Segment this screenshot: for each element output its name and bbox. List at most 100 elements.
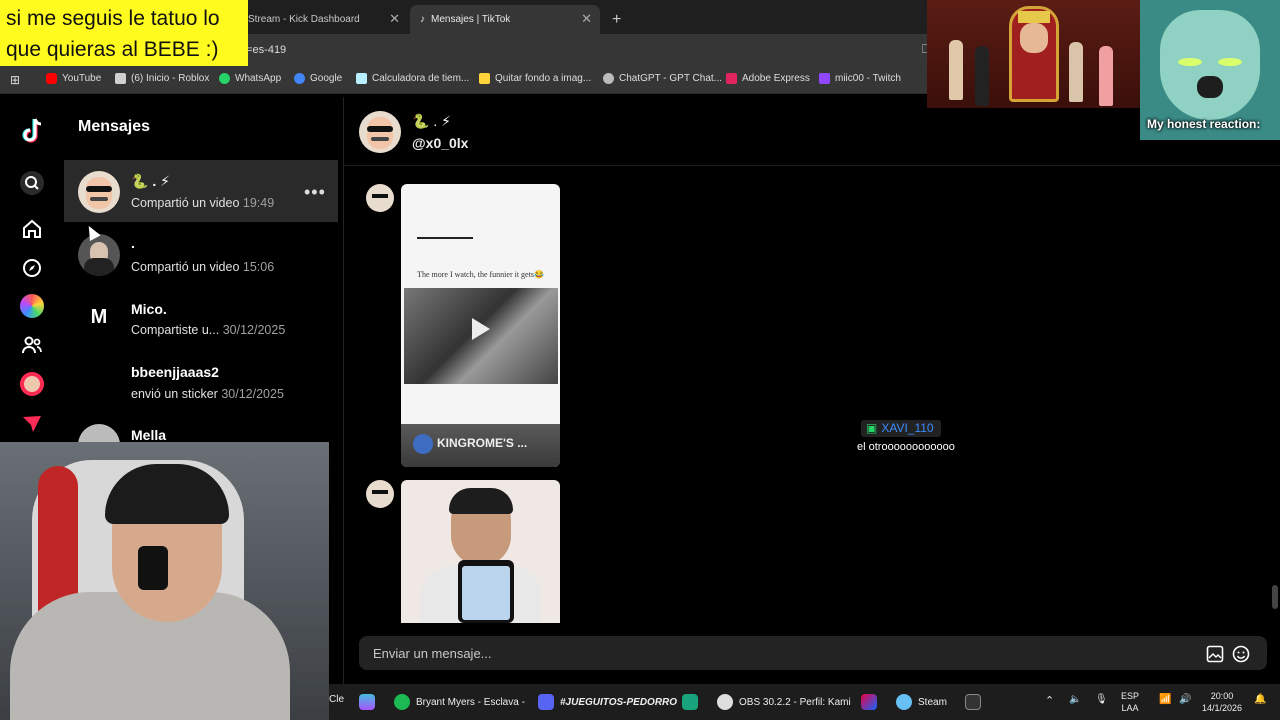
message-composer: [359, 636, 1267, 670]
reaction-caption: My honest reaction:: [1147, 117, 1261, 131]
bookmark-remove-bg[interactable]: Quitar fondo a imag...: [479, 73, 591, 84]
chat-handle[interactable]: @x0_0lx: [412, 135, 468, 151]
sender-avatar: [366, 184, 394, 212]
bookmark-chatgpt[interactable]: ChatGPT - GPT Chat...: [603, 73, 722, 84]
chat-header-divider: [344, 165, 1280, 166]
capcut-icon: [965, 694, 981, 710]
taskbar-app[interactable]: [965, 694, 981, 710]
emoji-icon[interactable]: [1232, 645, 1250, 663]
bookmark-whatsapp[interactable]: WhatsApp: [219, 73, 281, 84]
wifi-icon[interactable]: 📶: [1159, 694, 1171, 705]
obs-icon: [717, 694, 733, 710]
image-icon: [479, 73, 490, 84]
taskbar-item[interactable]: Cle: [329, 694, 344, 705]
conversation-item[interactable]: 🐍 . ⚡ Compartió un video 19:49 •••: [64, 160, 338, 222]
conversation-item[interactable]: . Compartió un video 15:06: [64, 224, 338, 286]
bookmark-adobe-express[interactable]: Adobe Express: [726, 73, 810, 84]
taskbar-discord[interactable]: #JUEGUITOS-PEDORRO: [538, 694, 677, 710]
search-icon: [25, 176, 39, 190]
shared-video-card[interactable]: The more I watch, the funnier it gets😂 K…: [401, 184, 560, 467]
youtube-icon: [46, 73, 57, 84]
conversation-preview: Compartió un video 19:49: [131, 196, 275, 210]
windows-taskbar: Cle Bryant Myers - Esclava - #JUEGUITOS-…: [329, 684, 1280, 720]
taskbar-steam[interactable]: Steam: [896, 694, 947, 710]
avatar: M: [78, 296, 120, 338]
tray-chevron-icon[interactable]: ⌃: [1045, 694, 1054, 707]
channel-avatar-icon: [413, 434, 433, 454]
stream-scene-overlay: [927, 0, 1140, 108]
friends-icon[interactable]: [20, 333, 44, 357]
roblox-icon: [115, 73, 126, 84]
conversation-name: Mico.: [131, 301, 167, 317]
chat-display-name: 🐍 . ⚡: [412, 113, 451, 129]
app-icon: [359, 694, 375, 710]
volume-icon[interactable]: 🔈: [1069, 694, 1081, 705]
message-input[interactable]: [373, 636, 1193, 670]
conversation-item[interactable]: M Mico. Compartiste u... 30/12/2025: [64, 288, 338, 350]
home-icon[interactable]: [20, 217, 44, 241]
language-indicator[interactable]: ESP LAA: [1121, 690, 1139, 714]
taskbar-obs[interactable]: OBS 30.2.2 - Perfil: Kami: [717, 694, 851, 710]
video-thumbnail[interactable]: [404, 288, 558, 384]
taskbar-item[interactable]: [359, 694, 375, 710]
whatsapp-icon: [219, 73, 230, 84]
conversation-name: bbeenjjaaas2: [131, 364, 219, 380]
webcam-overlay: [0, 442, 329, 720]
play-icon[interactable]: [472, 318, 490, 340]
conversation-name: Mella: [131, 427, 167, 442]
messages-icon[interactable]: [20, 412, 44, 436]
following-avatar-icon[interactable]: [20, 294, 44, 318]
scrollbar-thumb[interactable]: [1272, 585, 1278, 609]
tab-kick-dashboard[interactable]: Stream - Kick Dashboard ✕: [238, 5, 408, 34]
apps-grid-icon[interactable]: ⊞: [10, 73, 20, 87]
conversation-name: 🐍 . ⚡: [131, 173, 170, 189]
taskbar-spotify[interactable]: Bryant Myers - Esclava -: [394, 694, 525, 710]
bookmark-twitch[interactable]: miic00 - Twitch: [819, 73, 901, 84]
bookmark-calculator[interactable]: Calculadora de tiem...: [356, 73, 469, 84]
microphone-icon[interactable]: 🎙: [1095, 694, 1108, 705]
avatar: [78, 171, 120, 213]
close-tab-icon[interactable]: ✕: [581, 11, 592, 27]
sidebar-divider: [343, 97, 344, 697]
conversation-preview: Compartiste u... 30/12/2025: [131, 323, 286, 337]
conversation-preview: Compartió un video 15:06: [131, 260, 275, 274]
search-button[interactable]: [20, 171, 44, 195]
new-tab-button[interactable]: +: [602, 5, 631, 34]
conversation-item[interactable]: bbeenjjaaas2 envió un sticker 30/12/2025: [64, 352, 338, 414]
tiktok-logo-icon[interactable]: [18, 116, 46, 146]
google-icon: [294, 73, 305, 84]
conversation-item[interactable]: Mella: [64, 416, 338, 442]
bookmark-roblox[interactable]: (6) Inicio - Roblox: [115, 73, 209, 84]
sender-avatar: [366, 480, 394, 508]
adobe-icon: [726, 73, 737, 84]
video-channel-name: KINGROME'S ...: [437, 436, 528, 450]
avatar: [78, 234, 120, 276]
chat-overlay-username: ▣ XAVI_110: [861, 420, 941, 437]
avatar: [78, 424, 120, 442]
explore-icon[interactable]: [20, 256, 44, 280]
clock[interactable]: 20:00 14/1/2026: [1197, 690, 1247, 714]
shared-video-card[interactable]: [401, 480, 560, 623]
live-avatar-icon[interactable]: [20, 372, 44, 396]
chat-avatar[interactable]: [359, 111, 401, 153]
image-upload-icon[interactable]: [1206, 645, 1224, 663]
chat-overlay-message: el otroooooooooooo: [857, 441, 955, 453]
close-tab-icon[interactable]: ✕: [389, 11, 400, 27]
calculator-icon: [356, 73, 367, 84]
notification-icon[interactable]: 🔔: [1254, 694, 1266, 705]
video-footer: KINGROME'S ...: [401, 424, 560, 467]
more-options-icon[interactable]: •••: [304, 182, 326, 203]
video-caption-dash: [417, 237, 473, 239]
twitch-icon: [819, 73, 830, 84]
bookmark-youtube[interactable]: YouTube: [46, 73, 101, 84]
phone-in-video: [458, 560, 514, 623]
page-title: Mensajes: [78, 118, 151, 135]
tab-tiktok-messages[interactable]: ♪ Mensajes | TikTok ✕: [410, 5, 600, 34]
bookmark-google[interactable]: Google: [294, 73, 342, 84]
taskbar-app[interactable]: [861, 694, 877, 710]
discord-icon: [538, 694, 554, 710]
speaker-icon[interactable]: 🔊: [1179, 694, 1191, 705]
taskbar-app[interactable]: [682, 694, 698, 710]
video-caption: The more I watch, the funnier it gets😂: [417, 270, 544, 279]
app-icon: [682, 694, 698, 710]
